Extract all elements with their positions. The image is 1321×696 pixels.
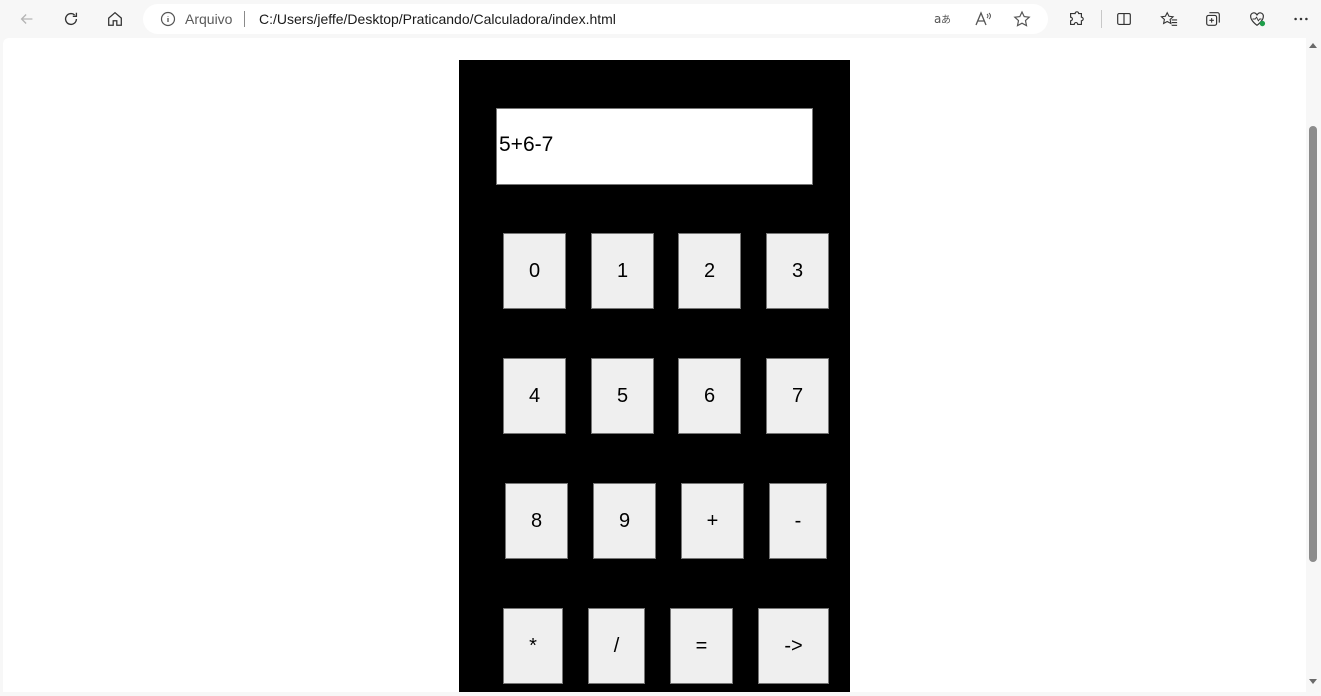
heart-pulse-icon: [1250, 12, 1266, 27]
back-button[interactable]: [13, 5, 41, 33]
collections-icon: [1206, 12, 1220, 26]
key-equals[interactable]: =: [670, 608, 733, 684]
translate-icon[interactable]: aあ: [933, 10, 951, 28]
scroll-up-arrow-icon[interactable]: [1309, 43, 1317, 48]
extensions-button[interactable]: [1062, 5, 1090, 33]
favorites-icon: [1160, 11, 1178, 26]
key-6[interactable]: 6: [678, 358, 741, 434]
browser-essentials-button[interactable]: [1243, 5, 1271, 33]
key-plus[interactable]: +: [681, 483, 744, 559]
key-2[interactable]: 2: [678, 233, 741, 309]
page-viewport: 5+6-7 0 1 2 3 4 5 6 7 8 9 + - * / = ->: [3, 38, 1306, 692]
key-divide[interactable]: /: [588, 608, 645, 684]
scroll-down-arrow-icon[interactable]: [1309, 679, 1317, 684]
refresh-icon: [64, 12, 78, 26]
scrollbar-thumb[interactable]: [1309, 126, 1317, 562]
key-5[interactable]: 5: [591, 358, 654, 434]
collections-button[interactable]: [1199, 5, 1227, 33]
key-8[interactable]: 8: [505, 483, 568, 559]
key-1[interactable]: 1: [591, 233, 654, 309]
home-button[interactable]: [101, 5, 129, 33]
refresh-button[interactable]: [57, 5, 85, 33]
key-9[interactable]: 9: [593, 483, 656, 559]
calculator-display[interactable]: 5+6-7: [496, 108, 813, 185]
address-url[interactable]: C:/Users/jeffe/Desktop/Praticando/Calcul…: [259, 11, 616, 27]
address-bar[interactable]: Arquivo C:/Users/jeffe/Desktop/Praticand…: [143, 4, 1048, 34]
arrow-left-icon: [20, 14, 33, 24]
more-dots-icon: [1294, 17, 1308, 21]
key-0[interactable]: 0: [503, 233, 566, 309]
svg-text:あ: あ: [941, 14, 951, 26]
split-screen-icon: [1117, 13, 1131, 25]
key-4[interactable]: 4: [503, 358, 566, 434]
key-7[interactable]: 7: [766, 358, 829, 434]
key-3[interactable]: 3: [766, 233, 829, 309]
address-divider: [244, 11, 245, 27]
favorites-button[interactable]: [1155, 5, 1183, 33]
read-aloud-icon[interactable]: [974, 10, 992, 28]
toolbar-divider: [1101, 10, 1102, 28]
more-options-button[interactable]: [1287, 5, 1315, 33]
calculator: 5+6-7 0 1 2 3 4 5 6 7 8 9 + - * / = ->: [459, 60, 850, 692]
key-multiply[interactable]: *: [503, 608, 563, 684]
split-screen-button[interactable]: [1110, 5, 1138, 33]
browser-toolbar: Arquivo C:/Users/jeffe/Desktop/Praticand…: [0, 0, 1321, 38]
key-minus[interactable]: -: [769, 483, 827, 559]
puzzle-icon: [1070, 11, 1084, 25]
home-icon: [108, 11, 122, 26]
key-backspace[interactable]: ->: [758, 608, 829, 684]
address-scheme-label: Arquivo: [185, 11, 233, 27]
star-icon[interactable]: [1013, 10, 1031, 28]
info-icon[interactable]: [160, 11, 176, 27]
vertical-scrollbar[interactable]: [1306, 38, 1321, 692]
